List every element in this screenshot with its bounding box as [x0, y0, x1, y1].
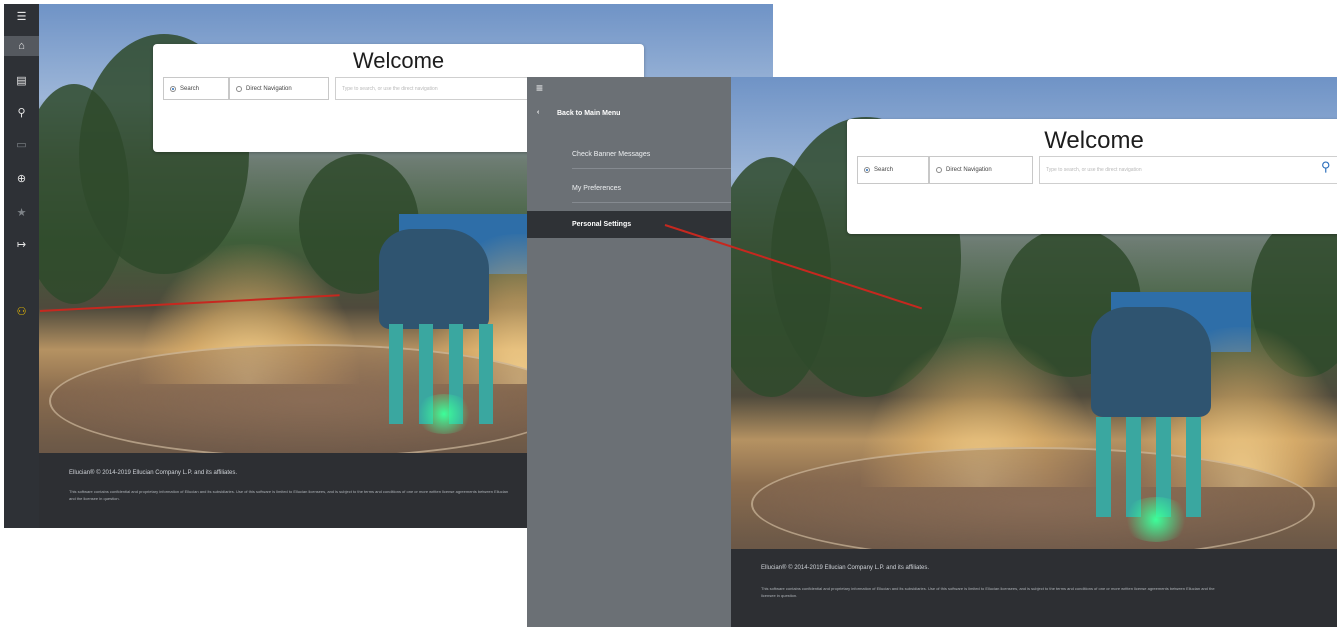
- search-placeholder: Type to search, or use the direct naviga…: [342, 85, 438, 92]
- light-decor: [1121, 497, 1191, 542]
- help-icon[interactable]: ⊕: [4, 168, 39, 188]
- search-option[interactable]: Search: [857, 156, 929, 184]
- menu-item-label: Check Banner Messages: [572, 150, 651, 158]
- menu-item-label: Personal Settings: [572, 221, 632, 228]
- radio-selected-icon: [864, 167, 870, 173]
- person-settings-icon[interactable]: ⚇: [4, 301, 39, 321]
- statue-decor: [1091, 307, 1211, 417]
- direct-navigation-option[interactable]: Direct Navigation: [229, 77, 329, 100]
- menu-item-personal-settings[interactable]: Personal Settings: [527, 211, 731, 238]
- right-screenshot: ≡ ‹ Back to Main Menu Check Banner Messa…: [527, 77, 1337, 627]
- menu-item-check-banner-messages[interactable]: Check Banner Messages: [527, 142, 731, 166]
- menu-icon[interactable]: ☰: [4, 6, 39, 26]
- statue-decor: [379, 229, 489, 329]
- welcome-title: Welcome: [1044, 127, 1144, 154]
- copyright-text: Ellucian® © 2014-2019 Ellucian Company L…: [69, 470, 238, 476]
- home-icon[interactable]: ⌂: [4, 36, 39, 56]
- radio-selected-icon: [170, 85, 176, 92]
- welcome-panel: Welcome Search Direct Navigation Type to…: [847, 119, 1337, 234]
- search-option-label: Search: [874, 167, 894, 173]
- radio-unselected-icon: [236, 85, 242, 92]
- search-icon[interactable]: ⚲: [4, 102, 39, 122]
- menu-divider: [572, 202, 731, 203]
- search-icon[interactable]: ⚲: [1321, 159, 1331, 175]
- direct-navigation-label: Direct Navigation: [946, 167, 992, 173]
- pool-decor: [49, 344, 573, 458]
- pillar-decor: [479, 324, 493, 424]
- welcome-title: Welcome: [352, 48, 445, 73]
- legal-text: This software contains confidential and …: [761, 586, 1215, 598]
- back-to-main-menu[interactable]: Back to Main Menu: [557, 110, 620, 117]
- logout-icon[interactable]: ↦: [4, 234, 39, 254]
- menu-divider: [572, 168, 731, 169]
- search-placeholder: Type to search, or use the direct naviga…: [1046, 167, 1142, 173]
- menu-item-my-preferences[interactable]: My Preferences: [527, 176, 731, 200]
- footer: Ellucian® © 2014-2019 Ellucian Company L…: [731, 549, 1337, 627]
- menu-item-label: My Preferences: [572, 184, 622, 192]
- light-decor: [414, 394, 474, 434]
- search-option[interactable]: Search: [163, 77, 229, 100]
- search-option-label: Search: [180, 85, 200, 92]
- hamburger-icon[interactable]: ≡: [536, 81, 543, 95]
- back-chevron-icon[interactable]: ‹: [537, 109, 539, 116]
- direct-navigation-label: Direct Navigation: [246, 85, 292, 92]
- left-sidebar: ☰ ⌂ ▤ ⚲ ▭ ⊕ ★ ↦ ⚇: [4, 4, 39, 528]
- copyright-text: Ellucian® © 2014-2019 Ellucian Company L…: [761, 565, 930, 571]
- pillar-decor: [389, 324, 403, 424]
- personal-menu-panel: ≡ ‹ Back to Main Menu Check Banner Messa…: [527, 77, 731, 627]
- direct-navigation-option[interactable]: Direct Navigation: [929, 156, 1033, 184]
- radio-unselected-icon: [936, 167, 942, 173]
- pillar-decor: [1096, 417, 1111, 517]
- star-icon[interactable]: ★: [4, 202, 39, 222]
- card-icon[interactable]: ▭: [4, 134, 39, 154]
- pool-decor: [751, 447, 1315, 561]
- grid-icon[interactable]: ▤: [4, 70, 39, 90]
- legal-text: This software contains confidential and …: [69, 489, 509, 501]
- search-input[interactable]: Type to search, or use the direct naviga…: [1039, 156, 1337, 184]
- pillar-decor: [1186, 417, 1201, 517]
